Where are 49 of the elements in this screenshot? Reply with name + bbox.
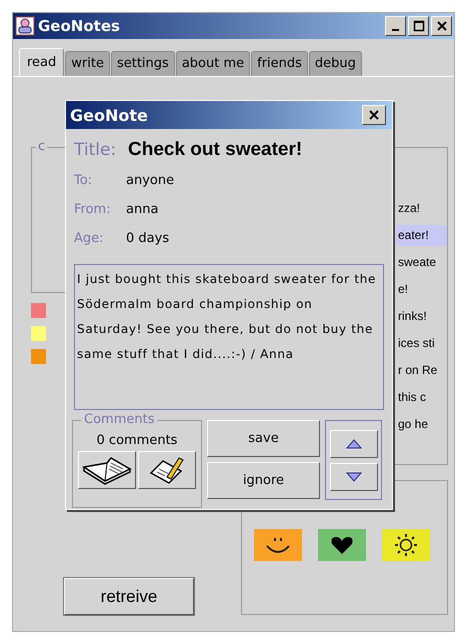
minimize-button[interactable] [385,16,406,36]
close-icon [436,20,448,32]
field-label: Title: [74,140,118,160]
message-text: I just bought this skateboard sweater for the Södermalm board championship on Saturday! See you there, but do not buy the same stuff that I did....:-) / Anna [74,264,384,410]
heart-button[interactable] [318,529,366,561]
dialog-title: GeoNote [70,106,149,124]
tab[interactable]: about me [176,51,250,76]
read-comments-button[interactable] [78,451,136,489]
app-icon [15,16,35,36]
field-label: Age: [74,231,105,246]
maximize-button[interactable] [408,16,429,36]
close-button[interactable] [362,105,386,125]
sun-button[interactable] [382,529,430,561]
previous-button[interactable] [330,430,378,458]
book-icon [81,455,133,485]
tab[interactable]: debug [308,51,362,76]
list-item[interactable]: sweate [396,252,447,273]
list-item[interactable]: ices sti [396,333,447,354]
write-comment-button[interactable] [138,451,196,489]
tab[interactable]: read [19,48,64,76]
window-title: GeoNotes [38,17,121,35]
next-button[interactable] [330,462,378,490]
dialog-button[interactable]: ignore [207,462,320,499]
list-item[interactable]: this c [396,387,447,408]
down-arrow-icon [346,472,362,482]
up-arrow-icon [346,438,362,448]
field-value: anna [126,202,158,217]
close-button[interactable] [431,16,452,36]
tab[interactable]: friends [251,51,308,76]
list-item[interactable]: go he [396,414,447,435]
maximize-icon [412,20,424,32]
tab[interactable]: write [65,51,110,76]
comment-count: 0 comments [96,433,178,448]
list-item[interactable]: rinks! [396,306,447,327]
field-value: 0 days [126,231,170,246]
list-item[interactable]: e! [396,279,447,300]
smiley-button[interactable] [254,529,302,561]
dialog-button[interactable]: save [207,420,320,457]
field-label: From: [74,202,112,217]
list-item[interactable]: zza! [396,198,447,219]
field-label: To: [74,173,94,188]
close-icon [368,109,380,121]
tab[interactable]: settings [110,51,175,76]
minimize-icon [392,29,399,31]
retrieve-button[interactable]: retreive [64,578,194,615]
list-item[interactable]: r on Re [396,360,447,381]
list-item[interactable]: eater! [396,225,447,246]
field-value: Check out sweater! [128,139,302,161]
field-value: anyone [126,173,174,188]
